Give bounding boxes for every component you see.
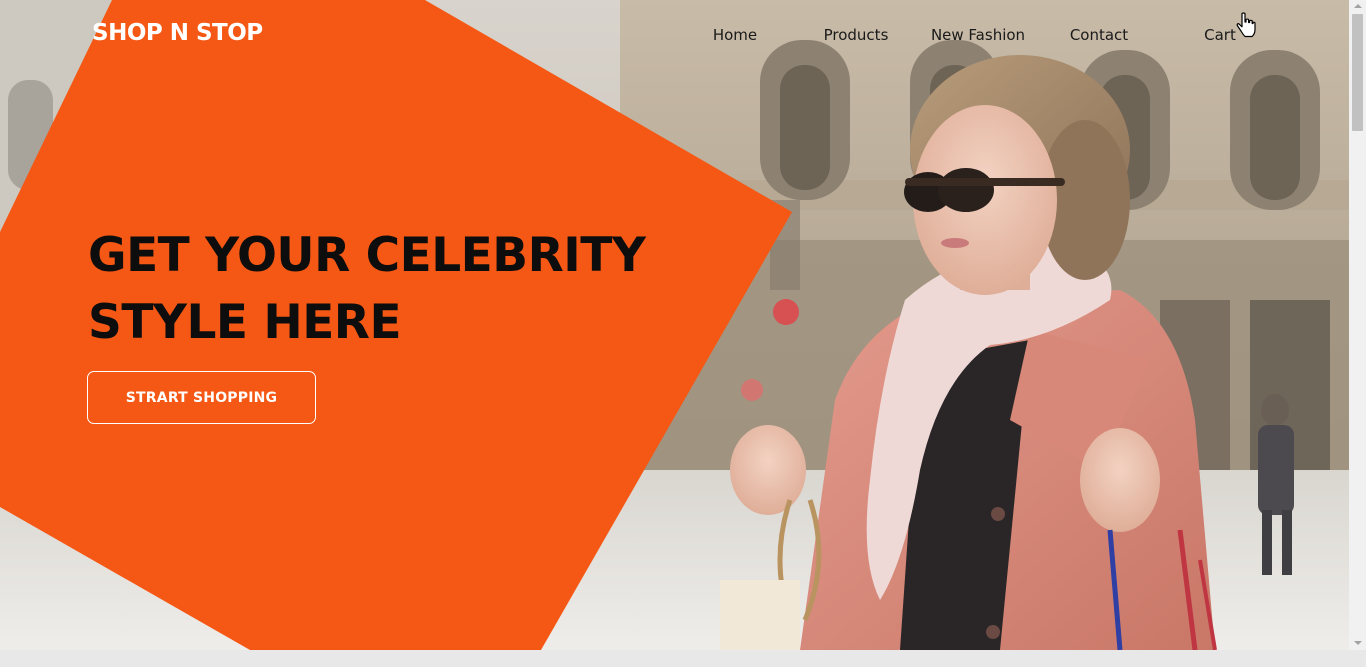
hero-title-line-2: STYLE HERE <box>88 295 402 350</box>
nav-item-cart[interactable]: Cart <box>1204 26 1236 44</box>
hero-title-line-1: GET YOUR CELEBRITY <box>88 228 646 283</box>
horizontal-scrollbar-track[interactable] <box>0 650 1366 667</box>
nav-item-contact[interactable]: Contact <box>1070 26 1128 44</box>
scroll-down-arrow-icon[interactable] <box>1354 641 1362 645</box>
scroll-up-arrow-icon[interactable] <box>1354 4 1362 8</box>
vertical-scrollbar[interactable] <box>1349 0 1366 650</box>
page-viewport: SHOP N STOP Home Products New Fashion Co… <box>0 0 1349 650</box>
hero-title: GET YOUR CELEBRITY STYLE HERE <box>88 222 648 356</box>
nav-item-home[interactable]: Home <box>713 26 757 44</box>
nav-item-products[interactable]: Products <box>824 26 889 44</box>
scrollbar-thumb[interactable] <box>1352 14 1363 131</box>
hand-pointer-icon <box>1236 12 1256 38</box>
main-nav: Home Products New Fashion Contact Cart <box>0 26 1349 46</box>
start-shopping-button[interactable]: STRART SHOPPING <box>87 371 316 424</box>
nav-item-new-fashion[interactable]: New Fashion <box>931 26 1025 44</box>
